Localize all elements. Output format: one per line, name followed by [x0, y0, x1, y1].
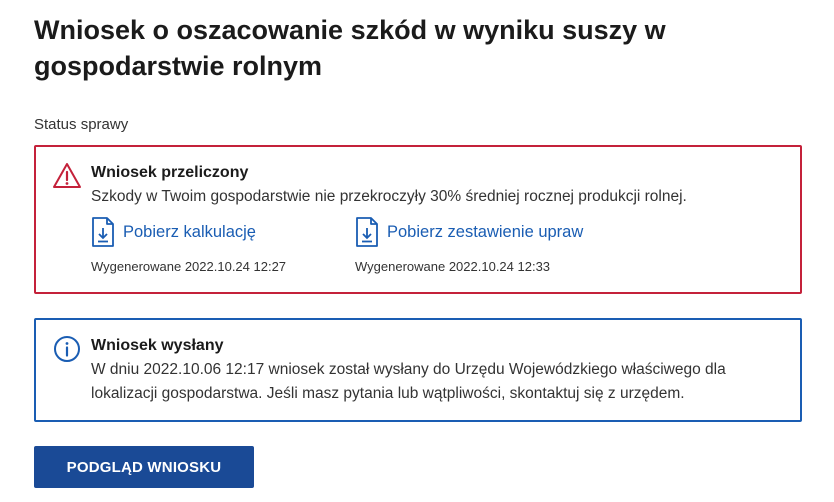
info-alert-body: Wniosek wysłany W dniu 2022.10.06 12:17 … [91, 336, 784, 406]
info-alert-card: Wniosek wysłany W dniu 2022.10.06 12:17 … [34, 318, 802, 422]
preview-application-button[interactable]: PODGLĄD WNIOSKU [34, 446, 254, 488]
download-crops-summary-timestamp: Wygenerowane 2022.10.24 12:33 [355, 259, 551, 274]
page-title: Wniosek o oszacowanie szkód w wyniku sus… [34, 15, 666, 81]
info-alert-heading: Wniosek wysłany [91, 337, 224, 354]
file-download-icon [356, 217, 378, 247]
status-alert-body: Wniosek przeliczony Szkody w Twoim gospo… [91, 163, 784, 209]
info-alert-text: W dniu 2022.10.06 12:17 wniosek został w… [91, 361, 726, 402]
status-alert-heading: Wniosek przeliczony [91, 164, 249, 181]
download-calculation-label: Pobierz kalkulację [123, 223, 256, 241]
warning-triangle-icon [53, 163, 81, 188]
status-alert-card: Wniosek przeliczony Szkody w Twoim gospo… [34, 145, 802, 294]
file-download-icon [92, 217, 114, 247]
download-crops-summary-link[interactable]: Pobierz zestawienie upraw [355, 217, 583, 247]
download-item-crops: Pobierz zestawienie upraw Wygenerowane 2… [355, 217, 583, 274]
download-item-calculation: Pobierz kalkulację Wygenerowane 2022.10.… [91, 217, 286, 274]
info-circle-icon [54, 336, 80, 362]
status-alert-text: Szkody w Twoim gospodarstwie nie przekro… [91, 188, 687, 205]
download-calculation-timestamp: Wygenerowane 2022.10.24 12:27 [91, 259, 287, 274]
download-calculation-link[interactable]: Pobierz kalkulację [91, 217, 286, 247]
status-section-label: Status sprawy [34, 116, 129, 133]
download-crops-summary-label: Pobierz zestawienie upraw [387, 223, 584, 241]
downloads-row: Pobierz kalkulację Wygenerowane 2022.10.… [91, 217, 784, 279]
